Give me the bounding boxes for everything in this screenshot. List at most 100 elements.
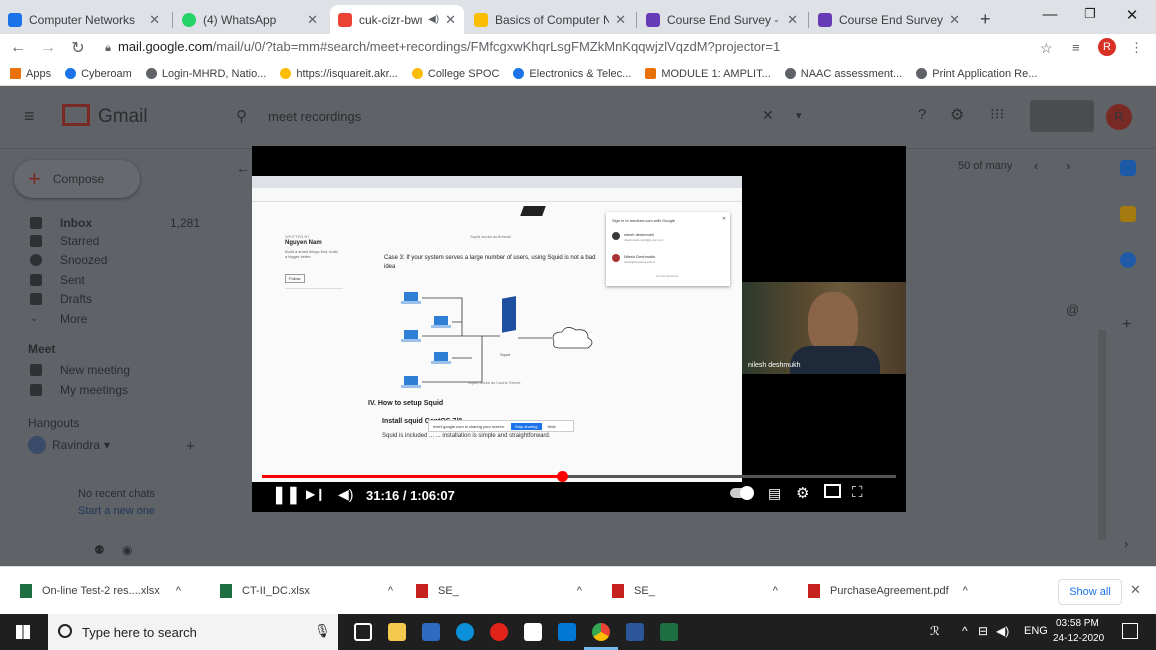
sidebar-item-more[interactable]: ⌄ More (30, 312, 87, 326)
close-icon[interactable]: ✕ (787, 12, 798, 28)
sidebar-item-sent[interactable]: Sent (30, 273, 85, 287)
restore-icon[interactable]: ❐ (1070, 6, 1110, 22)
tab-basics-networks[interactable]: Basics of Computer Net ✕ (466, 5, 634, 34)
autoplay-toggle[interactable] (730, 486, 754, 500)
volume-icon[interactable]: ◀) (996, 624, 1009, 638)
sidebar-item-drafts[interactable]: Drafts (30, 292, 92, 306)
download-item-ct2[interactable]: CT-II_DC.xlsx ^ (220, 583, 393, 598)
hangouts-user[interactable]: Ravindra ▾ (28, 436, 110, 454)
skype-icon[interactable] (456, 623, 474, 641)
clock-date[interactable]: 24-12-2020 (1053, 633, 1104, 644)
bookmark-college-spoc[interactable]: College SPOC (411, 68, 499, 80)
language-indicator[interactable]: ENG (1024, 625, 1048, 637)
main-menu-icon[interactable]: ≡ (24, 106, 35, 127)
chevron-up-icon[interactable]: ^ (388, 585, 393, 597)
tab-computer-networks[interactable]: Computer Networks ✕ (0, 5, 168, 34)
network-icon[interactable]: ⊟ (978, 624, 988, 638)
new-meeting-link[interactable]: New meeting (30, 363, 130, 377)
start-new-chat-link[interactable]: Start a new one (78, 505, 155, 517)
forward-icon[interactable]: → (36, 39, 60, 57)
excel-icon[interactable] (660, 623, 678, 641)
bookmark-isquareit[interactable]: https://isquareit.akr... (280, 68, 398, 80)
reading-list-icon[interactable]: ≡ (1072, 40, 1080, 55)
bookmark-cyberoam[interactable]: Cyberoam (65, 68, 132, 80)
prev-page-icon[interactable]: ‹ (1034, 158, 1038, 173)
tasks-app-icon[interactable] (1120, 252, 1136, 268)
url-field[interactable]: mail.google.com/mail/u/0/?tab=mm#search/… (118, 39, 780, 54)
settings-icon[interactable]: ⚙ (950, 105, 964, 125)
keep-app-icon[interactable] (1120, 206, 1136, 222)
reload-icon[interactable]: ↻ (66, 38, 90, 58)
download-item-se2[interactable]: SE_ ^ (612, 583, 778, 598)
windows-start-icon[interactable] (16, 625, 30, 639)
close-icon[interactable]: ✕ (615, 12, 626, 28)
store-icon[interactable] (422, 623, 440, 641)
new-tab-button[interactable]: + (972, 5, 1002, 34)
window-close-icon[interactable]: ✕ (1112, 6, 1152, 24)
tab-survey-eli[interactable]: Course End Survey - ELI ✕ (638, 5, 806, 34)
hangouts-icon[interactable]: ◉ (122, 543, 132, 557)
profile-avatar[interactable]: R (1098, 38, 1116, 56)
pause-icon[interactable]: ❚❚ (272, 485, 301, 505)
star-icon[interactable]: ☆ (1040, 40, 1053, 57)
people-icon[interactable]: ℛ (930, 624, 940, 638)
show-all-button[interactable]: Show all (1058, 579, 1122, 605)
search-input[interactable]: meet recordings (268, 109, 361, 124)
close-icon[interactable]: ✕ (307, 12, 318, 28)
download-item-purchase[interactable]: PurchaseAgreement.pdf ^ (808, 583, 968, 598)
next-page-icon[interactable]: › (1066, 158, 1070, 173)
taskbar-search-box[interactable]: Type here to search 🎙︎ (48, 614, 338, 650)
word-icon[interactable] (626, 623, 644, 641)
close-icon[interactable]: ✕ (149, 12, 160, 28)
notification-center-icon[interactable] (1122, 623, 1138, 639)
sidebar-item-inbox[interactable]: Inbox 1,281 (30, 216, 200, 230)
miniplayer-icon[interactable] (824, 484, 841, 498)
bookmark-login-mhrd[interactable]: Login-MHRD, Natio... (145, 68, 266, 80)
video-player[interactable]: WRITTEN BY Nguyen Nam Build a small thin… (252, 146, 906, 512)
search-icon[interactable]: ⚲ (236, 107, 247, 125)
sidebar-item-snoozed[interactable]: Snoozed (30, 253, 107, 267)
my-meetings-link[interactable]: My meetings (30, 383, 128, 397)
back-icon[interactable]: ← (6, 39, 30, 57)
chevron-up-icon[interactable]: ^ (577, 585, 582, 597)
mail-icon[interactable] (558, 623, 576, 641)
close-icon[interactable]: ✕ (949, 12, 960, 28)
add-addon-icon[interactable]: + (1122, 316, 1131, 334)
add-chat-icon[interactable]: + (186, 438, 195, 455)
opera-icon[interactable] (490, 623, 508, 641)
download-item-xlsx[interactable]: On-line Test-2 res....xlsx ^ (20, 583, 181, 598)
bookmark-naac[interactable]: NAAC assessment... (784, 68, 902, 80)
volume-icon[interactable]: ◀) (338, 486, 353, 503)
calendar-app-icon[interactable] (1120, 160, 1136, 176)
chrome-icon[interactable] (592, 623, 610, 641)
clear-search-icon[interactable]: ✕ (762, 107, 774, 124)
bookmark-apps[interactable]: Apps (10, 68, 51, 80)
close-icon[interactable]: ✕ (445, 12, 456, 28)
captions-icon[interactable]: ▤ (768, 485, 781, 502)
tab-survey-cn[interactable]: Course End Survey - CN ✕ (810, 5, 968, 34)
download-item-se1[interactable]: SE_ ^ (416, 583, 582, 598)
clock-time[interactable]: 03:58 PM (1056, 618, 1099, 629)
tray-chevron-icon[interactable]: ^ (962, 624, 968, 638)
back-to-list-icon[interactable]: ← (236, 160, 250, 176)
close-shelf-icon[interactable]: ✕ (1130, 582, 1141, 598)
account-avatar[interactable]: R (1106, 104, 1132, 130)
expand-panel-icon[interactable]: › (1124, 536, 1128, 551)
chevron-up-icon[interactable]: ^ (773, 585, 778, 597)
apps-grid-icon[interactable]: ⁝⁝⁝ (990, 105, 1004, 123)
next-icon[interactable]: ▶❙ (306, 487, 325, 501)
tab-whatsapp[interactable]: (4) WhatsApp ✕ (174, 5, 326, 34)
minimize-icon[interactable]: — (1030, 6, 1070, 23)
file-explorer-icon[interactable] (388, 623, 406, 641)
fullscreen-icon[interactable]: ⛶ (852, 484, 863, 501)
scrollbar[interactable] (1098, 330, 1106, 540)
settings-icon[interactable]: ⚙ (796, 484, 809, 502)
search-options-icon[interactable]: ▾ (796, 109, 802, 122)
chevron-up-icon[interactable]: ^ (963, 585, 968, 597)
bookmark-module1[interactable]: MODULE 1: AMPLIT... (645, 68, 771, 80)
speaker-icon[interactable]: ◀) (428, 14, 439, 25)
sidebar-item-starred[interactable]: Starred (30, 234, 99, 248)
person-icon[interactable]: ⚉ (94, 543, 105, 557)
menu-icon[interactable]: ⋮ (1130, 40, 1143, 56)
microphone-icon[interactable]: 🎙︎ (314, 623, 331, 639)
